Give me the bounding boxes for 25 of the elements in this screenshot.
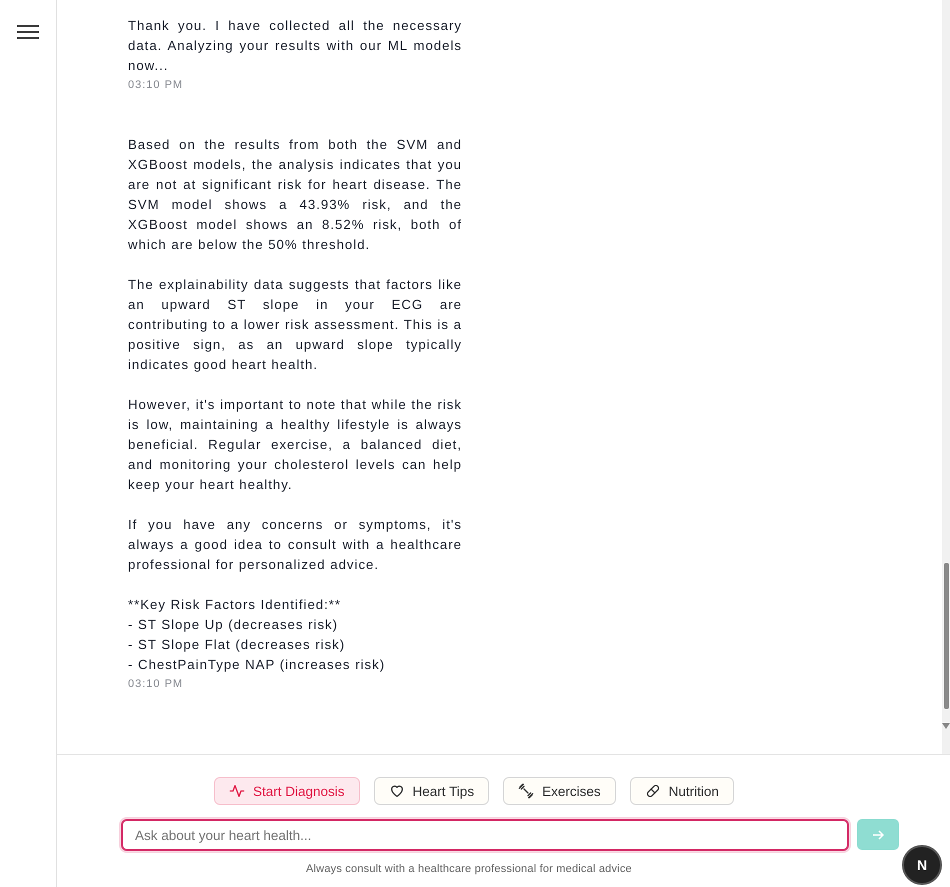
message-text: Based on the results from both the SVM and XGBoost models, the analysis indicates that you are not at significant risk for heart disease. The SVM model shows a 43.93% risk, and the XGBoost model shows an 8.52% risk, both of which are below the 50% threshold. [128, 136, 462, 254]
message-text: If you have any concerns or symptoms, it's always a good idea to consult with a healthcare professional for personalized advice. [128, 516, 462, 574]
message-line: - ST Slope Up (decreases risk) [128, 616, 340, 634]
message-text: Thank you. I have collected all the necessary data. Analyzing your results with our ML models now... [128, 17, 462, 75]
message-input[interactable]: Ask about your heart health... [121, 819, 849, 851]
quick-action-chip[interactable]: Heart Tips [374, 777, 490, 805]
dumbbell-icon [518, 783, 534, 799]
message-line: - ChestPainType NAP (increases risk) [128, 656, 386, 674]
scrollbar[interactable] [942, 0, 950, 754]
disclaimer-text: Always consult with a healthcare professional for medical advice [306, 863, 632, 875]
pill-icon [644, 783, 661, 799]
message-line: - ST Slope Flat (decreases risk) [128, 636, 346, 654]
quick-action-chip[interactable]: Exercises [503, 777, 616, 805]
avatar-badge[interactable]: N [902, 845, 942, 885]
arrow-icon [872, 828, 884, 840]
message-line: **Key Risk Factors Identified:** [128, 596, 342, 614]
heart-icon [388, 783, 405, 799]
timestamp: 03:10 PM [128, 677, 184, 692]
quick-action-chip[interactable]: Start Diagnosis [214, 777, 360, 805]
message-text: The explainability data suggests that factors like an upward ST slope in your ECG are contributing to a lower risk assessment. This is a positive sign, as an upward slope typically indicates good heart health. [128, 276, 462, 374]
menu-icon[interactable] [17, 24, 39, 40]
pulse-icon [229, 783, 245, 799]
message-text: However, it's important to note that while the risk is low, maintaining a healthy lifestyle is always beneficial. Regular exercise, a balanced diet, and monitoring your cholesterol levels can help keep your heart healthy. [128, 396, 462, 494]
timestamp: 03:10 PM [128, 78, 184, 93]
quick-action-chip[interactable]: Nutrition [630, 777, 734, 805]
